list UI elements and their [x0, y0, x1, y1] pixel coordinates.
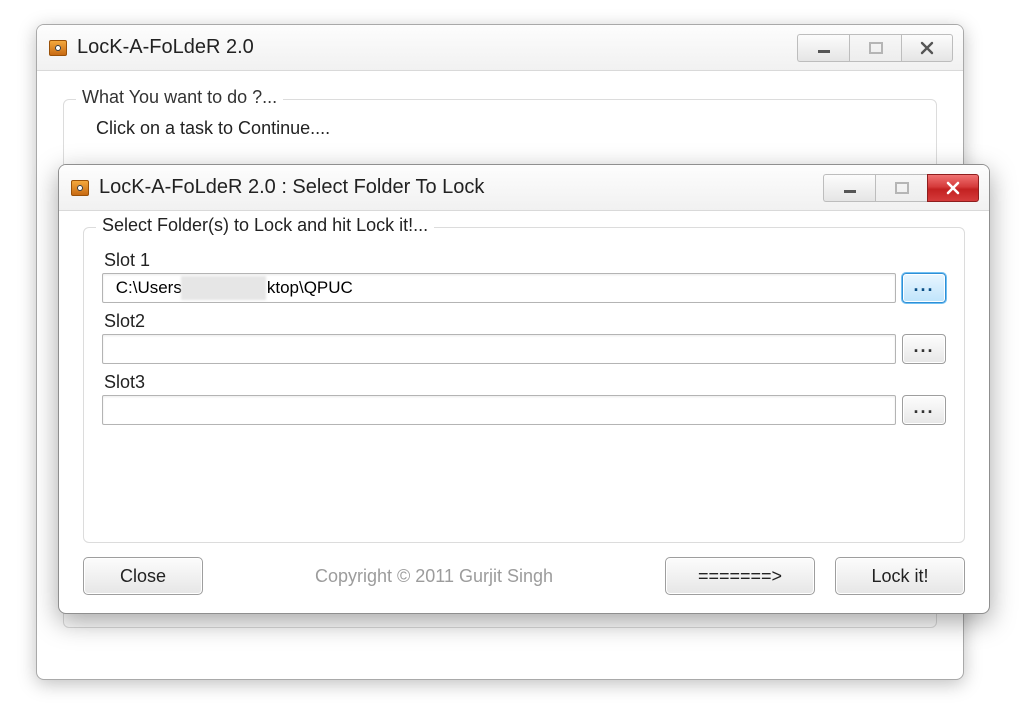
lock-it-button[interactable]: Lock it! [835, 557, 965, 595]
slot-1-browse-button[interactable]: ... [902, 273, 946, 303]
slot-1-label: Slot 1 [104, 250, 946, 271]
maximize-button [849, 34, 901, 62]
dialog-title: LocK-A-FoLdeR 2.0 : Select Folder To Loc… [99, 176, 823, 199]
redacted-region [181, 276, 266, 300]
app-icon [71, 180, 89, 196]
maximize-icon [869, 41, 883, 55]
close-icon [920, 41, 934, 55]
dialog-bottom-bar: Close Copyright © 2011 Gurjit Singh ====… [83, 557, 965, 595]
slots-groupbox: Select Folder(s) to Lock and hit Lock it… [83, 227, 965, 543]
main-titlebar: LocK-A-FoLdeR 2.0 [37, 25, 963, 71]
slot-3-path-input[interactable] [102, 395, 896, 425]
maximize-button [875, 174, 927, 202]
dialog-client-area: Select Folder(s) to Lock and hit Lock it… [59, 211, 989, 613]
dialog-titlebar: LocK-A-FoLdeR 2.0 : Select Folder To Loc… [59, 165, 989, 211]
minimize-button[interactable] [823, 174, 875, 202]
task-group-subtext: Click on a task to Continue.... [96, 118, 918, 139]
minimize-button[interactable] [797, 34, 849, 62]
slot-3-browse-button[interactable]: ... [902, 395, 946, 425]
slot-2-browse-button[interactable]: ... [902, 334, 946, 364]
dialog-window-controls [823, 174, 979, 202]
copyright-text: Copyright © 2011 Gurjit Singh [223, 566, 645, 587]
app-icon [49, 40, 67, 56]
slot-3-label: Slot3 [104, 372, 946, 393]
minimize-icon [817, 41, 831, 55]
close-dialog-button[interactable]: Close [83, 557, 203, 595]
select-folder-dialog: LocK-A-FoLdeR 2.0 : Select Folder To Loc… [58, 164, 990, 614]
slot-2: Slot2 ... [102, 311, 946, 364]
main-window-title: LocK-A-FoLdeR 2.0 [77, 36, 797, 59]
close-button[interactable] [901, 34, 953, 62]
slots-group-legend: Select Folder(s) to Lock and hit Lock it… [96, 215, 434, 236]
slot-1: Slot 1 ... [102, 250, 946, 303]
maximize-icon [895, 181, 909, 195]
task-group-legend: What You want to do ?... [76, 87, 283, 108]
minimize-icon [843, 181, 857, 195]
slot-2-label: Slot2 [104, 311, 946, 332]
close-icon [945, 181, 961, 195]
slot-3: Slot3 ... [102, 372, 946, 425]
slot-2-path-input[interactable] [102, 334, 896, 364]
main-window-controls [797, 34, 953, 62]
arrow-hint-button[interactable]: =======> [665, 557, 815, 595]
close-button[interactable] [927, 174, 979, 202]
